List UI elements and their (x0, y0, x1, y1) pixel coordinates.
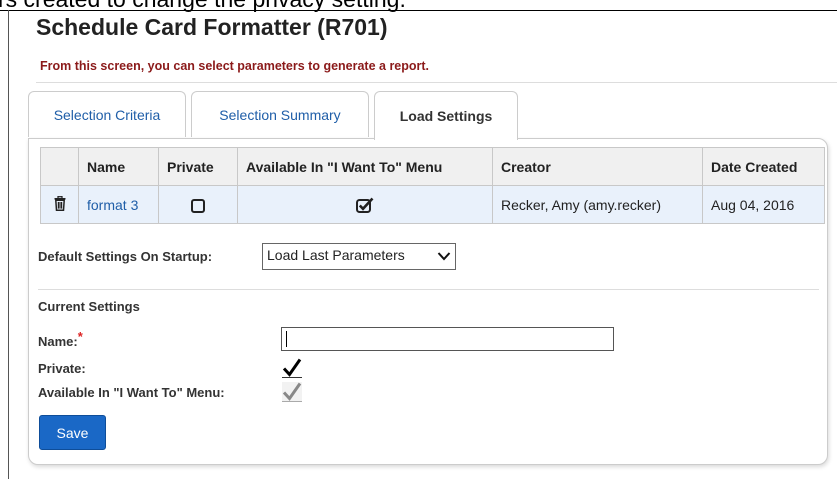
trash-icon[interactable] (54, 195, 66, 214)
section-divider (38, 289, 819, 290)
tab-selection-summary[interactable]: Selection Summary (191, 91, 369, 137)
private-checkbox[interactable] (281, 357, 303, 379)
current-settings-heading: Current Settings (38, 299, 140, 314)
date-created-cell: Aug 04, 2016 (702, 185, 825, 224)
left-border (8, 10, 9, 479)
clipped-header-text: rs created to change the privacy setting… (0, 0, 406, 13)
chevron-down-icon (437, 252, 451, 261)
name-label-wrap: Name:* (38, 329, 83, 349)
column-header-creator[interactable]: Creator (492, 147, 703, 186)
unchecked-box-icon (191, 198, 205, 213)
column-header-date-created[interactable]: Date Created (702, 147, 825, 186)
required-indicator: * (77, 329, 83, 344)
text-caret (286, 331, 287, 347)
subtitle-divider (36, 82, 837, 83)
default-settings-selected-value: Load Last Parameters (267, 247, 405, 263)
table-row[interactable]: format 3 Recker, Amy (amy.recker) Aug 04… (40, 185, 825, 224)
top-divider (0, 10, 837, 11)
tab-load-settings[interactable]: Load Settings (374, 91, 518, 140)
tab-selection-criteria[interactable]: Selection Criteria (28, 91, 186, 137)
page-title: Schedule Card Formatter (R701) (36, 14, 388, 40)
default-settings-select[interactable]: Load Last Parameters (262, 243, 456, 270)
private-cell (158, 185, 238, 224)
column-header-name[interactable]: Name (78, 147, 159, 186)
column-header-actions (40, 147, 79, 186)
default-settings-label: Default Settings On Startup: (38, 249, 213, 264)
format-name-link[interactable]: format 3 (78, 185, 159, 224)
name-label: Name: (38, 334, 78, 349)
column-header-private[interactable]: Private (158, 147, 238, 186)
name-input[interactable] (281, 327, 614, 351)
checked-box-icon (356, 197, 374, 214)
creator-cell: Recker, Amy (amy.recker) (492, 185, 703, 224)
table-header-row: Name Private Available In "I Want To" Me… (40, 147, 825, 186)
available-cell (237, 185, 493, 224)
available-menu-checkbox[interactable] (281, 381, 303, 403)
available-menu-label: Available In "I Want To" Menu: (38, 385, 225, 400)
column-header-available[interactable]: Available In "I Want To" Menu (237, 147, 493, 186)
page-subtitle: From this screen, you can select paramet… (40, 59, 430, 73)
saved-formats-table: Name Private Available In "I Want To" Me… (40, 147, 825, 224)
delete-cell[interactable] (40, 185, 79, 224)
save-button[interactable]: Save (39, 415, 106, 450)
private-label: Private: (38, 361, 86, 376)
